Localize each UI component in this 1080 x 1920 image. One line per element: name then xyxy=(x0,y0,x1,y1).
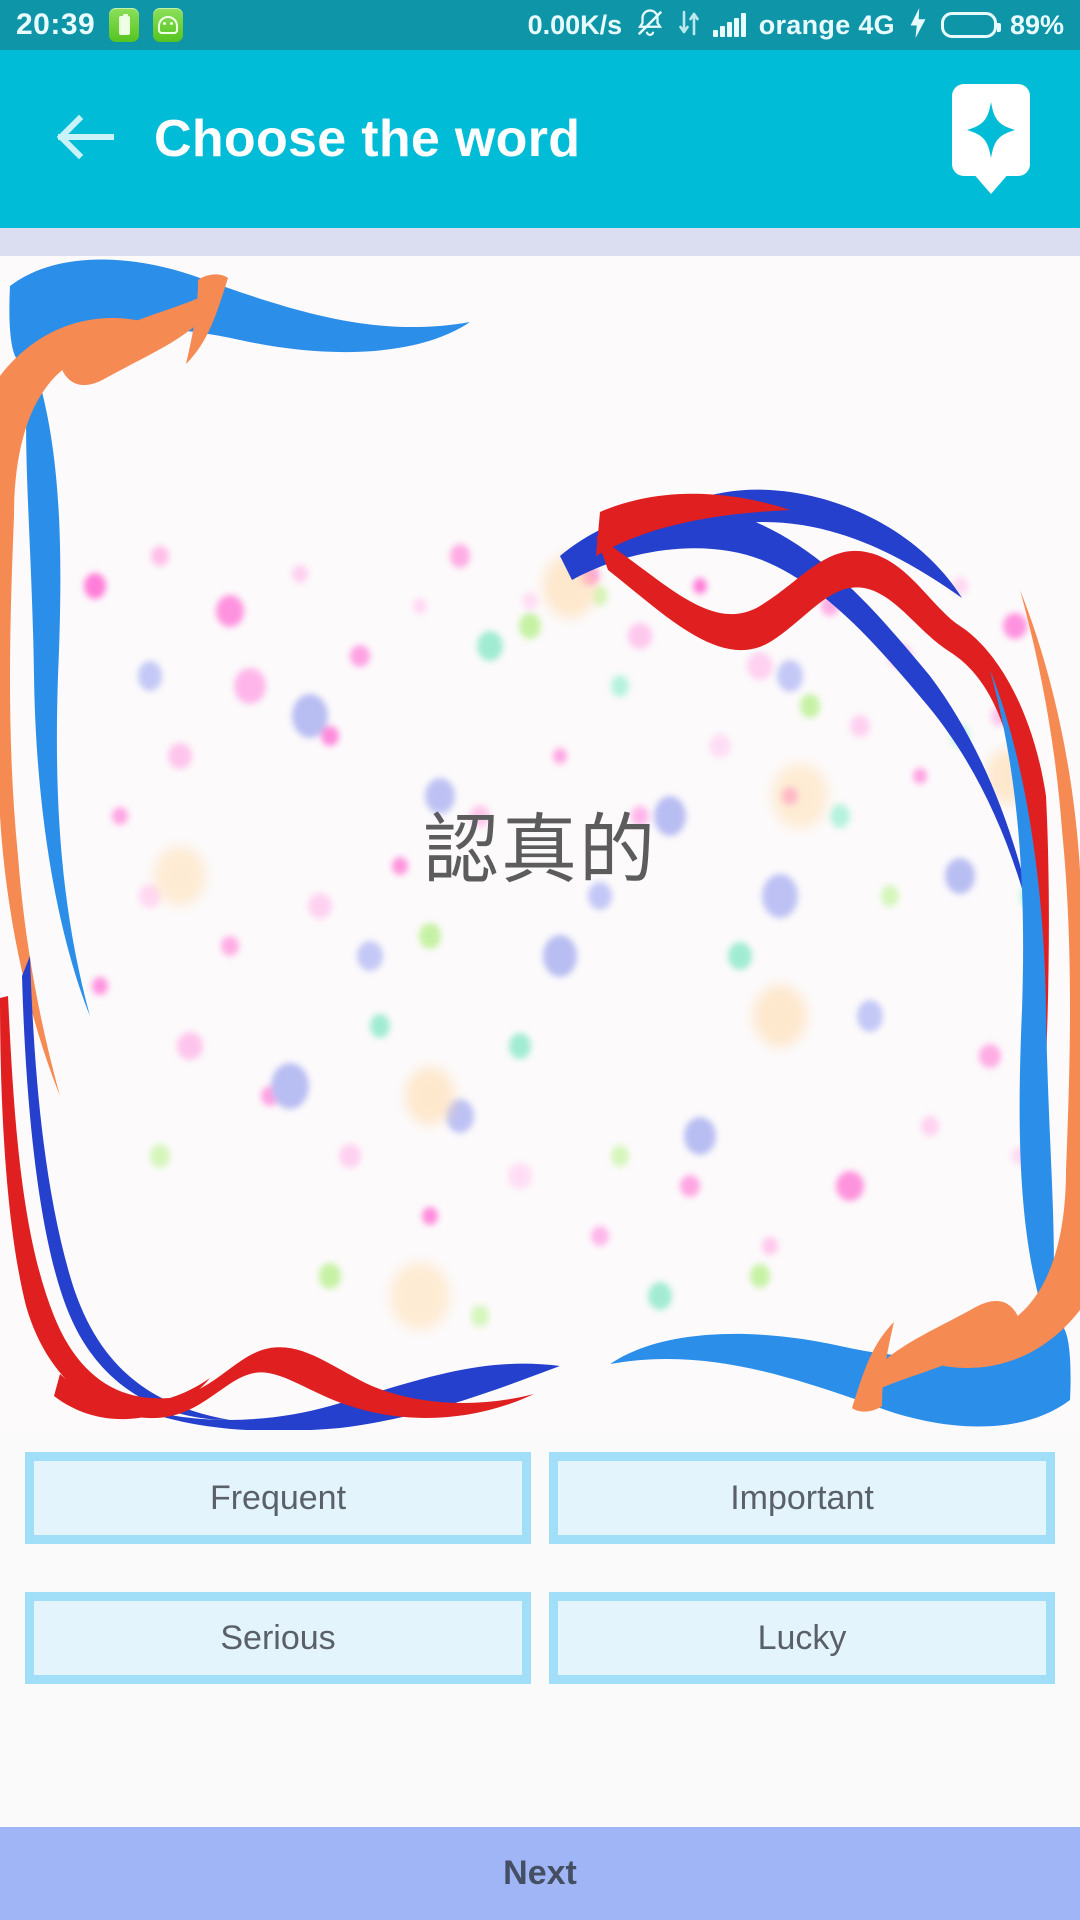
word-card: 認真的 xyxy=(0,256,1080,1430)
answer-row-1: Frequent Important xyxy=(25,1452,1055,1544)
status-clock: 20:39 xyxy=(16,8,96,41)
card-background: 認真的 xyxy=(0,256,1080,1430)
arrow-left-icon xyxy=(53,113,115,166)
sparkle-badge-icon[interactable] xyxy=(952,84,1030,194)
network-speed-label: 0.00K/s xyxy=(527,9,623,40)
answer-options: Frequent Important Serious Lucky xyxy=(0,1430,1080,1820)
status-bar: 20:39 0.00K/s orange 4G 89% xyxy=(0,0,1080,50)
status-bar-right: 0.00K/s orange 4G 89% xyxy=(527,7,1064,43)
status-bar-left: 20:39 xyxy=(16,8,184,42)
prompt-word: 認真的 xyxy=(423,805,657,894)
battery-percent-label: 89% xyxy=(1009,9,1064,40)
answer-row-2: Serious Lucky xyxy=(25,1592,1055,1684)
app-bar: Choose the word xyxy=(0,50,1080,228)
data-transfer-icon xyxy=(678,9,700,42)
battery-saver-app-icon xyxy=(109,8,140,42)
bell-muted-icon xyxy=(635,8,665,43)
carrier-label: orange 4G xyxy=(758,9,895,40)
charging-bolt-icon xyxy=(908,7,928,43)
android-robot-app-icon xyxy=(153,8,184,42)
answer-option-serious[interactable]: Serious xyxy=(25,1592,531,1684)
progress-bar xyxy=(0,228,1080,256)
answer-option-frequent[interactable]: Frequent xyxy=(25,1452,531,1544)
next-button[interactable]: Next xyxy=(0,1827,1080,1920)
answer-option-important[interactable]: Important xyxy=(549,1452,1055,1544)
battery-icon xyxy=(940,12,1001,38)
signal-bars-icon xyxy=(713,13,746,37)
back-button[interactable] xyxy=(24,79,144,199)
answer-option-lucky[interactable]: Lucky xyxy=(549,1592,1055,1684)
page-title: Choose the word xyxy=(154,110,581,168)
